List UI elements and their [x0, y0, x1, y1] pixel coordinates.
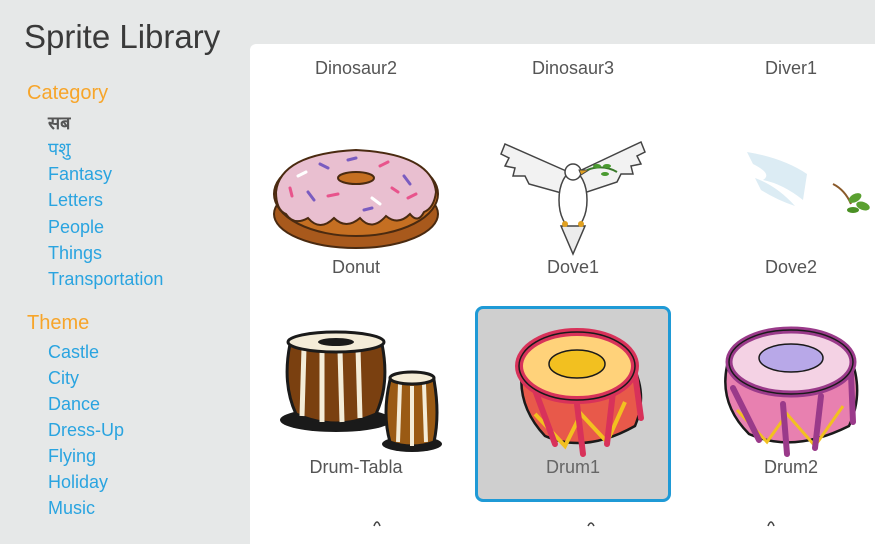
category-letters[interactable]: Letters [48, 190, 103, 211]
category-all[interactable]: सब [48, 111, 70, 135]
sprite-tile-dove2[interactable]: Dove2 [693, 106, 875, 302]
sprite-tile-donut[interactable]: Donut [258, 106, 454, 302]
sprite-tile-drum1[interactable]: Drum1 [475, 306, 671, 502]
sprite-name: Drum1 [545, 457, 600, 477]
theme-heading: Theme [27, 312, 90, 334]
category-heading: Category [27, 82, 109, 104]
sprite-name: Dove1 [546, 257, 600, 277]
category-transportation[interactable]: Transportation [48, 269, 163, 290]
sprite-name: Dove2 [764, 257, 818, 277]
category-people[interactable]: People [48, 217, 104, 238]
theme-dance[interactable]: Dance [48, 394, 100, 415]
category-things[interactable]: Things [48, 243, 102, 264]
next-row-sprite-peek [767, 521, 775, 527]
dove-partial-icon [703, 114, 875, 264]
tabla-drum-icon [268, 314, 444, 464]
theme-city[interactable]: City [48, 368, 79, 389]
sprite-grid: Dinosaur2 Dinosaur3 Diver1 Donut Dove1 D… [250, 44, 875, 544]
category-fantasy[interactable]: Fantasy [48, 164, 112, 185]
sprite-tile-dinosaur3[interactable]: Dinosaur3 [475, 58, 671, 79]
page-title: Sprite Library [24, 18, 221, 55]
theme-holiday[interactable]: Holiday [48, 472, 108, 493]
next-row-sprite-peek [587, 522, 595, 527]
sprite-tile-drum-tabla[interactable]: Drum-Tabla [258, 306, 454, 502]
sprite-tile-dinosaur2[interactable]: Dinosaur2 [258, 58, 454, 79]
sprite-tile-drum2[interactable]: Drum2 [693, 306, 875, 502]
dove-icon [485, 114, 661, 264]
donut-icon [268, 114, 444, 264]
sprite-name: Drum-Tabla [309, 457, 403, 477]
sprite-name: Drum2 [763, 457, 818, 477]
sprite-name: Donut [331, 257, 381, 277]
theme-flying[interactable]: Flying [48, 446, 96, 467]
theme-castle[interactable]: Castle [48, 342, 99, 363]
theme-dress-up[interactable]: Dress-Up [48, 420, 124, 441]
drum-pink-icon [703, 314, 875, 464]
category-animals[interactable]: पशु [48, 137, 70, 161]
theme-music[interactable]: Music [48, 498, 95, 519]
next-row-sprite-peek [373, 521, 381, 527]
sprite-tile-diver1[interactable]: Diver1 [693, 58, 875, 79]
drum-icon [485, 314, 661, 464]
sprite-tile-dove1[interactable]: Dove1 [475, 106, 671, 302]
